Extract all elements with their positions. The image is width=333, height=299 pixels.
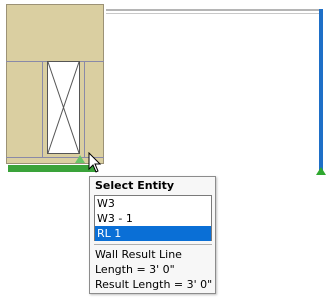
entity-result-length-text: Result Length = 3' 0" [95, 278, 213, 291]
entity-list-item[interactable]: W3 [95, 196, 211, 211]
entity-list-item[interactable]: W3 - 1 [95, 211, 211, 226]
select-entity-popup: Select Entity W3 W3 - 1 RL 1 Wall Result… [89, 176, 216, 294]
wall-stud-line [84, 61, 85, 158]
opening-cross-icon [47, 61, 80, 154]
window-opening[interactable] [47, 61, 80, 154]
mouse-pointer-icon [88, 152, 102, 173]
entity-type-text: Wall Result Line [95, 248, 182, 261]
popup-title: Select Entity [95, 179, 175, 192]
wall-stud-line [42, 61, 43, 158]
top-plate-line [106, 9, 320, 11]
popup-divider [94, 244, 212, 245]
post-anchor-handle[interactable] [316, 167, 326, 175]
entity-list[interactable]: W3 W3 - 1 RL 1 [94, 195, 212, 241]
blue-post[interactable] [319, 9, 323, 171]
entity-list-item-selected[interactable]: RL 1 [95, 226, 211, 241]
wall-result-line[interactable] [8, 165, 96, 172]
top-plate-line-inner [106, 13, 320, 14]
entity-length-text: Length = 3' 0" [95, 263, 175, 276]
result-line-handle[interactable] [75, 155, 85, 163]
